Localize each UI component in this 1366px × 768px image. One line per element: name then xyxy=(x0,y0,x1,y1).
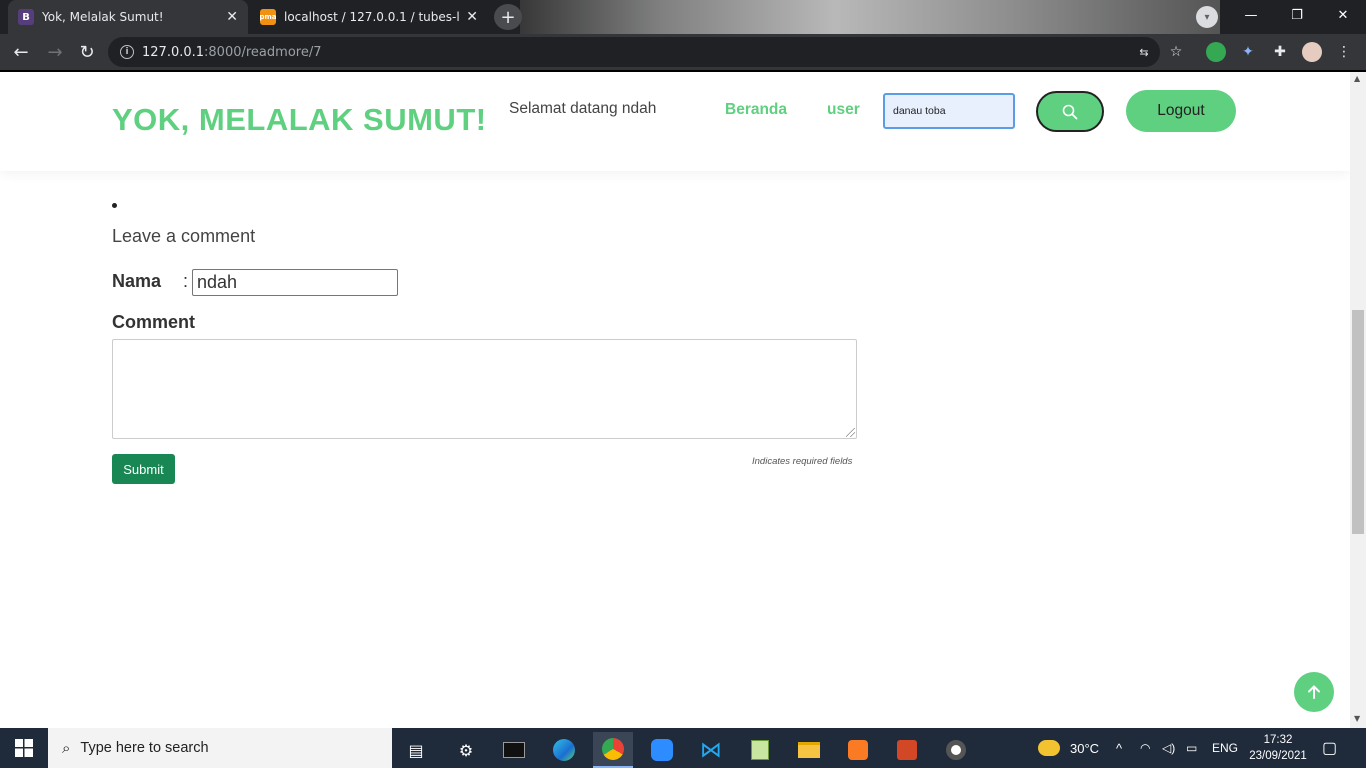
windows-taskbar: ⌕ Type here to search ▤ ⚙ ⋈ 30°C ^ ◠ ◁) … xyxy=(0,728,1366,768)
site-header: YOK, MELALAK SUMUT! Selamat datang ndah … xyxy=(0,72,1350,171)
zoom-app-icon[interactable] xyxy=(642,732,682,768)
page-viewport: YOK, MELALAK SUMUT! Selamat datang ndah … xyxy=(0,72,1350,728)
comment-label: Comment xyxy=(112,312,196,332)
page-scrollbar[interactable]: ▲ ▼ xyxy=(1350,72,1366,728)
search-button[interactable] xyxy=(1036,91,1104,132)
extension-icon[interactable] xyxy=(1206,42,1226,62)
show-hidden-icons-chevron-icon[interactable]: ^ xyxy=(1116,728,1122,768)
terminal-app-icon[interactable] xyxy=(494,732,534,768)
powerpoint-icon[interactable] xyxy=(887,732,927,768)
notepad-plus-icon[interactable] xyxy=(740,732,780,768)
url-path: :8000/readmore/7 xyxy=(204,44,322,60)
tab-phpmyadmin[interactable]: pma localhost / 127.0.0.1 / tubes-larav … xyxy=(250,0,488,34)
language-indicator[interactable]: ENG xyxy=(1212,728,1238,768)
windows-logo-icon xyxy=(15,739,33,757)
back-to-top-button[interactable] xyxy=(1294,672,1334,712)
tab-search-dropdown-icon[interactable]: ▾ xyxy=(1196,6,1218,28)
phpmyadmin-favicon-icon: pma xyxy=(259,9,277,25)
bookmark-star-icon[interactable]: ☆ xyxy=(1166,42,1186,62)
search-icon xyxy=(1062,104,1078,119)
start-button[interactable] xyxy=(0,728,48,768)
scroll-up-arrow-icon[interactable]: ▲ xyxy=(1354,74,1360,83)
profile-avatar[interactable] xyxy=(1302,42,1322,62)
edge-browser-icon[interactable] xyxy=(544,732,584,768)
task-view-icon[interactable]: ▤ xyxy=(396,732,436,768)
nav-beranda[interactable]: Beranda xyxy=(725,101,787,119)
scrollbar-thumb[interactable] xyxy=(1352,310,1364,534)
browser-tab-bar: B Yok, Melalak Sumut! ✕ pma localhost / … xyxy=(0,0,1366,34)
search-icon: ⌕ xyxy=(62,739,71,757)
site-brand[interactable]: YOK, MELALAK SUMUT! xyxy=(112,102,487,138)
vscode-icon[interactable]: ⋈ xyxy=(691,732,731,768)
browser-toolbar: ← → ↻ i 127.0.0.1:8000/readmore/7 ⇆ ☆ ✦ … xyxy=(0,34,1366,70)
close-window-button[interactable]: ✕ xyxy=(1320,0,1366,30)
submit-button[interactable]: Submit xyxy=(112,454,175,484)
tab-title: localhost / 127.0.0.1 / tubes-larav xyxy=(284,10,460,24)
scroll-down-arrow-icon[interactable]: ▼ xyxy=(1354,714,1360,723)
volume-icon[interactable]: ◁) xyxy=(1162,728,1175,768)
comment-textarea[interactable] xyxy=(112,339,857,439)
search-input[interactable] xyxy=(883,93,1015,129)
tab-close-icon[interactable]: ✕ xyxy=(226,9,238,25)
tab-title: Yok, Melalak Sumut! xyxy=(42,10,164,24)
taskbar-clock[interactable]: 17:32 23/09/2021 xyxy=(1246,732,1310,764)
clock-time: 17:32 xyxy=(1263,734,1293,746)
required-fields-note: Indicates required fields xyxy=(752,456,853,467)
arrow-up-icon xyxy=(1308,685,1320,699)
textarea-resize-handle[interactable] xyxy=(846,428,855,437)
xampp-icon[interactable] xyxy=(838,732,878,768)
wifi-icon[interactable]: ◠ xyxy=(1140,728,1150,768)
translate-icon[interactable]: ⇆ xyxy=(1134,42,1154,62)
tab-bar-background xyxy=(520,0,1220,34)
list-bullet xyxy=(112,203,117,208)
reload-icon[interactable]: ↻ xyxy=(74,40,100,64)
leave-comment-heading: Leave a comment xyxy=(112,226,256,246)
battery-icon[interactable]: ▭ xyxy=(1186,728,1197,768)
nav-user[interactable]: user xyxy=(827,101,860,119)
minimize-button[interactable]: — xyxy=(1228,0,1274,30)
tab-close-icon[interactable]: ✕ xyxy=(466,9,478,25)
weather-temperature: 30°C xyxy=(1070,740,1100,756)
file-explorer-icon[interactable] xyxy=(789,732,829,768)
back-arrow-icon[interactable]: ← xyxy=(8,40,34,64)
extension-puzzle-alt-icon[interactable]: ✦ xyxy=(1238,42,1258,62)
extensions-puzzle-icon[interactable]: ✚ xyxy=(1270,42,1290,62)
more-menu-icon[interactable]: ⋮ xyxy=(1334,42,1354,62)
logout-button[interactable]: Logout xyxy=(1126,90,1236,132)
chrome-browser-icon[interactable] xyxy=(593,732,633,768)
notifications-icon[interactable]: ▢ xyxy=(1322,728,1337,768)
clock-date: 23/09/2021 xyxy=(1249,750,1307,762)
name-label: Nama xyxy=(112,271,162,291)
taskbar-search-placeholder: Type here to search xyxy=(80,740,209,756)
new-tab-button[interactable]: + xyxy=(494,4,522,30)
bootstrap-favicon-icon: B xyxy=(18,9,34,25)
tab-yok-melalak-sumut[interactable]: B Yok, Melalak Sumut! ✕ xyxy=(8,0,248,34)
weather-cloud-sun-icon xyxy=(1038,740,1060,756)
restore-button[interactable]: ❐ xyxy=(1274,0,1320,30)
site-info-icon[interactable]: i xyxy=(120,45,134,59)
url-host: 127.0.0.1 xyxy=(142,44,205,60)
welcome-text: Selamat datang ndah xyxy=(509,100,657,117)
taskbar-search-box[interactable]: ⌕ Type here to search xyxy=(48,728,392,768)
name-colon: : xyxy=(183,271,189,291)
forward-arrow-icon[interactable]: → xyxy=(42,40,68,64)
name-field[interactable] xyxy=(192,269,398,296)
address-bar[interactable]: i 127.0.0.1:8000/readmore/7 xyxy=(108,37,1160,67)
media-player-icon[interactable] xyxy=(936,732,976,768)
settings-gear-icon[interactable]: ⚙ xyxy=(446,732,486,768)
weather-widget[interactable]: 30°C xyxy=(1038,728,1099,768)
